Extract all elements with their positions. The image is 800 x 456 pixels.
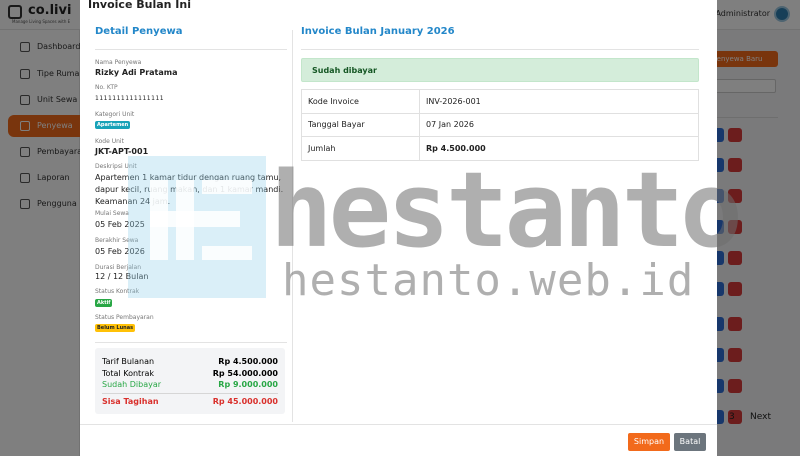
invoice-section-title: Invoice Bulan January 2026 — [301, 26, 455, 37]
watermark-url: hestanto.web.id — [282, 255, 695, 306]
payment-status-label: Status Pembayaran — [95, 314, 154, 321]
divider — [301, 49, 699, 50]
watermark-text: hestanto — [270, 149, 743, 271]
contract-total: Rp 54.000.000 — [212, 369, 278, 378]
invoice-code: INV-2026-001 — [419, 89, 699, 114]
save-button[interactable]: Simpan — [628, 433, 670, 451]
contract-total-label: Total Kontrak — [102, 369, 154, 378]
watermark-logo-icon — [150, 180, 260, 260]
unit-code-label: Kode Unit — [95, 138, 124, 145]
paid-amount: Rp 9.000.000 — [218, 380, 278, 389]
start-date-label: Mulai Sewa — [95, 210, 129, 217]
divider — [95, 342, 287, 343]
divider — [95, 49, 287, 50]
invoice-code-label: Kode Invoice — [301, 89, 420, 114]
remaining-amount: Rp 45.000.000 — [212, 397, 278, 406]
table-row: Kode Invoice INV-2026-001 — [301, 89, 699, 114]
payment-summary: Tarif Bulanan Rp 4.500.000 Total Kontrak… — [95, 348, 285, 414]
remaining-label: Sisa Tagihan — [102, 397, 159, 406]
modal-title: Invoice Bulan Ini — [88, 0, 191, 11]
unit-category-label: Kategori Unit — [95, 111, 135, 118]
monthly-rate-row: Tarif Bulanan Rp 4.500.000 — [102, 357, 278, 369]
payment-status-badge: Belum Lunas — [95, 324, 136, 332]
table-row: Tanggal Bayar 07 Jan 2026 — [301, 112, 699, 137]
remaining-row: Sisa Tagihan Rp 45.000.000 — [102, 397, 278, 409]
summary-divider — [102, 393, 278, 394]
detail-section-title: Detail Penyewa — [95, 26, 183, 37]
tenant-name-label: Nama Penyewa — [95, 59, 142, 66]
tenant-name: Rizky Adi Pratama — [95, 68, 178, 77]
payment-alert-text: Sudah dibayar — [312, 66, 377, 75]
payment-date: 07 Jan 2026 — [419, 112, 699, 137]
monthly-rate-label: Tarif Bulanan — [102, 357, 155, 366]
payment-alert: Sudah dibayar — [301, 58, 699, 82]
contract-status-badge: Aktif — [95, 299, 113, 307]
cancel-button[interactable]: Batal — [674, 433, 706, 451]
ktp-label: No. KTP — [95, 84, 118, 91]
unit-category-badge: Apartemen — [95, 121, 131, 129]
ktp-value: 1111111111111111 — [95, 95, 165, 102]
modal-footer: Simpan Batal — [80, 424, 717, 456]
paid-row: Sudah Dibayar Rp 9.000.000 — [102, 380, 278, 392]
unit-code: JKT-APT-001 — [95, 147, 149, 156]
paid-label: Sudah Dibayar — [102, 380, 162, 389]
payment-date-label: Tanggal Bayar — [301, 112, 420, 137]
monthly-rate: Rp 4.500.000 — [218, 357, 278, 366]
